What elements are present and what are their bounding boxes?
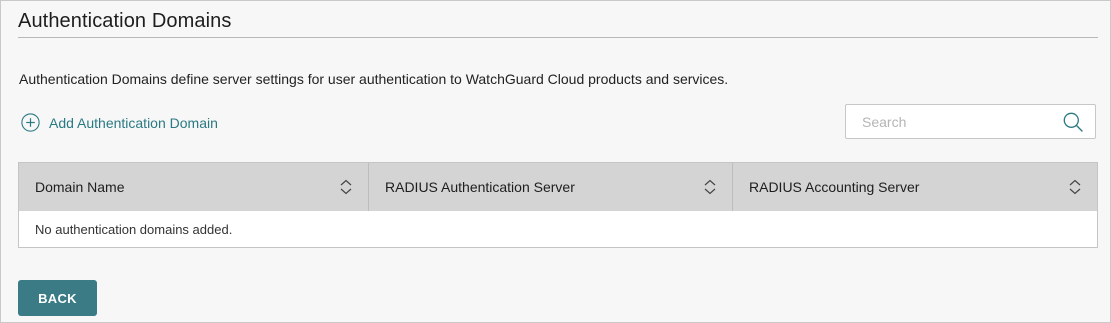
column-label: Domain Name	[35, 179, 125, 195]
sort-icon[interactable]	[704, 179, 716, 195]
page-description: Authentication Domains define server set…	[19, 71, 729, 87]
table-header: Domain Name RADIUS Authentication Server	[19, 163, 1097, 211]
search-input[interactable]	[846, 105, 1072, 138]
authentication-domains-table: Domain Name RADIUS Authentication Server	[18, 162, 1098, 248]
search-box	[845, 104, 1096, 139]
table-body: No authentication domains added.	[19, 211, 1097, 247]
title-divider	[18, 37, 1098, 38]
page-title: Authentication Domains	[18, 10, 232, 32]
sort-icon[interactable]	[1069, 179, 1081, 195]
plus-circle-icon	[21, 113, 40, 132]
sort-icon[interactable]	[340, 179, 352, 195]
column-header-radius-accounting-server[interactable]: RADIUS Accounting Server	[733, 163, 1097, 211]
column-label: RADIUS Accounting Server	[749, 179, 920, 195]
column-header-radius-authentication-server[interactable]: RADIUS Authentication Server	[369, 163, 733, 211]
column-header-domain-name[interactable]: Domain Name	[19, 163, 369, 211]
search-icon[interactable]	[1063, 112, 1083, 132]
add-authentication-domain-link[interactable]: Add Authentication Domain	[21, 113, 218, 132]
back-button[interactable]: BACK	[18, 280, 97, 316]
column-label: RADIUS Authentication Server	[385, 179, 575, 195]
authentication-domains-page: Authentication Domains Authentication Do…	[0, 0, 1111, 323]
table-empty-message: No authentication domains added.	[35, 221, 233, 237]
add-authentication-domain-label: Add Authentication Domain	[49, 114, 218, 131]
